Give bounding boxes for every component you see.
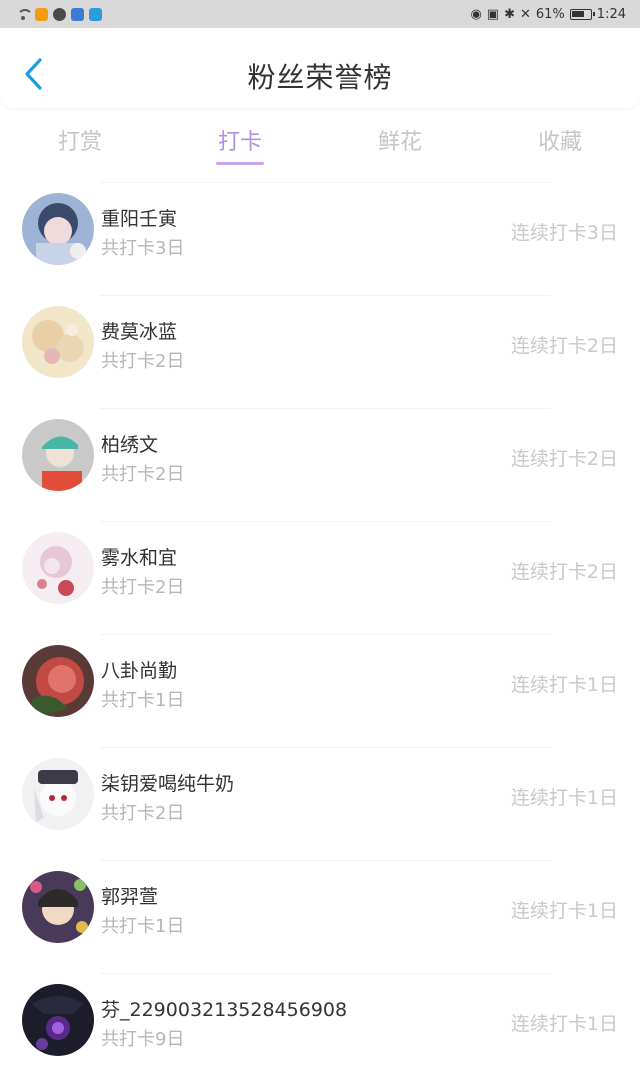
fan-name: 郭羿萱 (101, 886, 159, 908)
fan-name: 八卦尚勤 (101, 660, 178, 682)
list-item[interactable]: 雾水和宜 共打卡2日 连续打卡2日 (0, 521, 640, 634)
divider (100, 295, 550, 296)
fan-name: 柒钥爱喝纯牛奶 (101, 773, 235, 795)
fan-streak: 连续打卡1日 (510, 1013, 618, 1035)
fan-name: 重阳壬寅 (101, 208, 178, 230)
avatar[interactable] (22, 984, 94, 1056)
fan-name: 柏绣文 (101, 434, 159, 456)
list-item[interactable]: 八卦尚勤 共打卡1日 连续打卡1日 (0, 634, 640, 747)
eye-icon: ◉ (470, 6, 482, 22)
bluetooth-icon: ✱ (504, 6, 515, 22)
avatar[interactable] (22, 193, 94, 265)
fan-total-checkins: 共打卡1日 (101, 690, 185, 711)
app-notification-icon (35, 7, 48, 21)
avatar[interactable] (22, 645, 94, 717)
fan-total-checkins: 共打卡2日 (101, 351, 185, 372)
tab-checkin[interactable]: 打卡 (160, 110, 320, 170)
avatar[interactable] (22, 532, 94, 604)
divider (100, 634, 550, 635)
list-item[interactable]: 柏绣文 共打卡2日 连续打卡2日 (0, 408, 640, 521)
divider (100, 747, 550, 748)
fan-total-checkins: 共打卡9日 (101, 1029, 185, 1050)
tab-flowers[interactable]: 鲜花 (320, 110, 480, 170)
shield-app-icon (71, 7, 84, 21)
clock: 1:24 (596, 6, 626, 22)
fan-total-checkins: 共打卡2日 (101, 577, 185, 598)
list-item[interactable]: 重阳壬寅 共打卡3日 连续打卡3日 (0, 182, 640, 295)
mute-icon: ✕ (519, 6, 531, 22)
divider (100, 408, 550, 409)
avatar[interactable] (22, 758, 94, 830)
wechat-icon (53, 7, 66, 21)
fan-streak: 连续打卡3日 (510, 222, 618, 244)
wifi-icon (16, 8, 33, 20)
battery-percent: 61% (535, 6, 565, 22)
fan-streak: 连续打卡2日 (510, 561, 618, 583)
status-bar: ◉ ▣ ✱ ✕ 61% 1:24 (0, 0, 640, 28)
status-bar-system: ◉ ▣ ✱ ✕ 61% 1:24 (470, 7, 626, 22)
header: 粉丝荣誉榜 (0, 28, 640, 108)
status-bar-notifications (16, 7, 102, 21)
tab-bar: 打赏 打卡 鲜花 收藏 (0, 110, 640, 170)
tab-favorites[interactable]: 收藏 (480, 110, 640, 170)
battery-icon (569, 8, 595, 20)
fan-streak: 连续打卡1日 (510, 900, 618, 922)
fan-total-checkins: 共打卡2日 (101, 803, 185, 824)
avatar[interactable] (22, 871, 94, 943)
divider (100, 973, 550, 974)
fan-name: 雾水和宜 (101, 547, 178, 569)
fan-total-checkins: 共打卡2日 (101, 464, 185, 485)
fan-total-checkins: 共打卡3日 (101, 238, 185, 259)
fan-streak: 连续打卡2日 (510, 448, 618, 470)
fan-name: 费莫冰蓝 (101, 321, 178, 343)
list-item[interactable]: 柒钥爱喝纯牛奶 共打卡2日 连续打卡1日 (0, 747, 640, 860)
fan-total-checkins: 共打卡1日 (101, 916, 185, 937)
list-item[interactable]: 郭羿萱 共打卡1日 连续打卡1日 (0, 860, 640, 973)
divider (100, 521, 550, 522)
divider (100, 860, 550, 861)
fan-streak: 连续打卡1日 (510, 674, 618, 696)
divider (100, 182, 550, 183)
fan-streak: 连续打卡1日 (510, 787, 618, 809)
avatar[interactable] (22, 306, 94, 378)
fan-list: 重阳壬寅 共打卡3日 连续打卡3日 费莫冰蓝 共打卡2日 连续打卡2日 柏绣文 … (0, 182, 640, 1067)
vibrate-icon: ▣ (486, 6, 500, 22)
tab-reward[interactable]: 打赏 (0, 110, 160, 170)
list-item[interactable]: 芬_229003213528456908 共打卡9日 连续打卡1日 (0, 973, 640, 1067)
search-app-icon (89, 7, 102, 21)
avatar[interactable] (22, 419, 94, 491)
page-title: 粉丝荣誉榜 (247, 61, 393, 94)
fan-name: 芬_229003213528456908 (101, 999, 348, 1021)
list-item[interactable]: 费莫冰蓝 共打卡2日 连续打卡2日 (0, 295, 640, 408)
fan-streak: 连续打卡2日 (510, 335, 618, 357)
